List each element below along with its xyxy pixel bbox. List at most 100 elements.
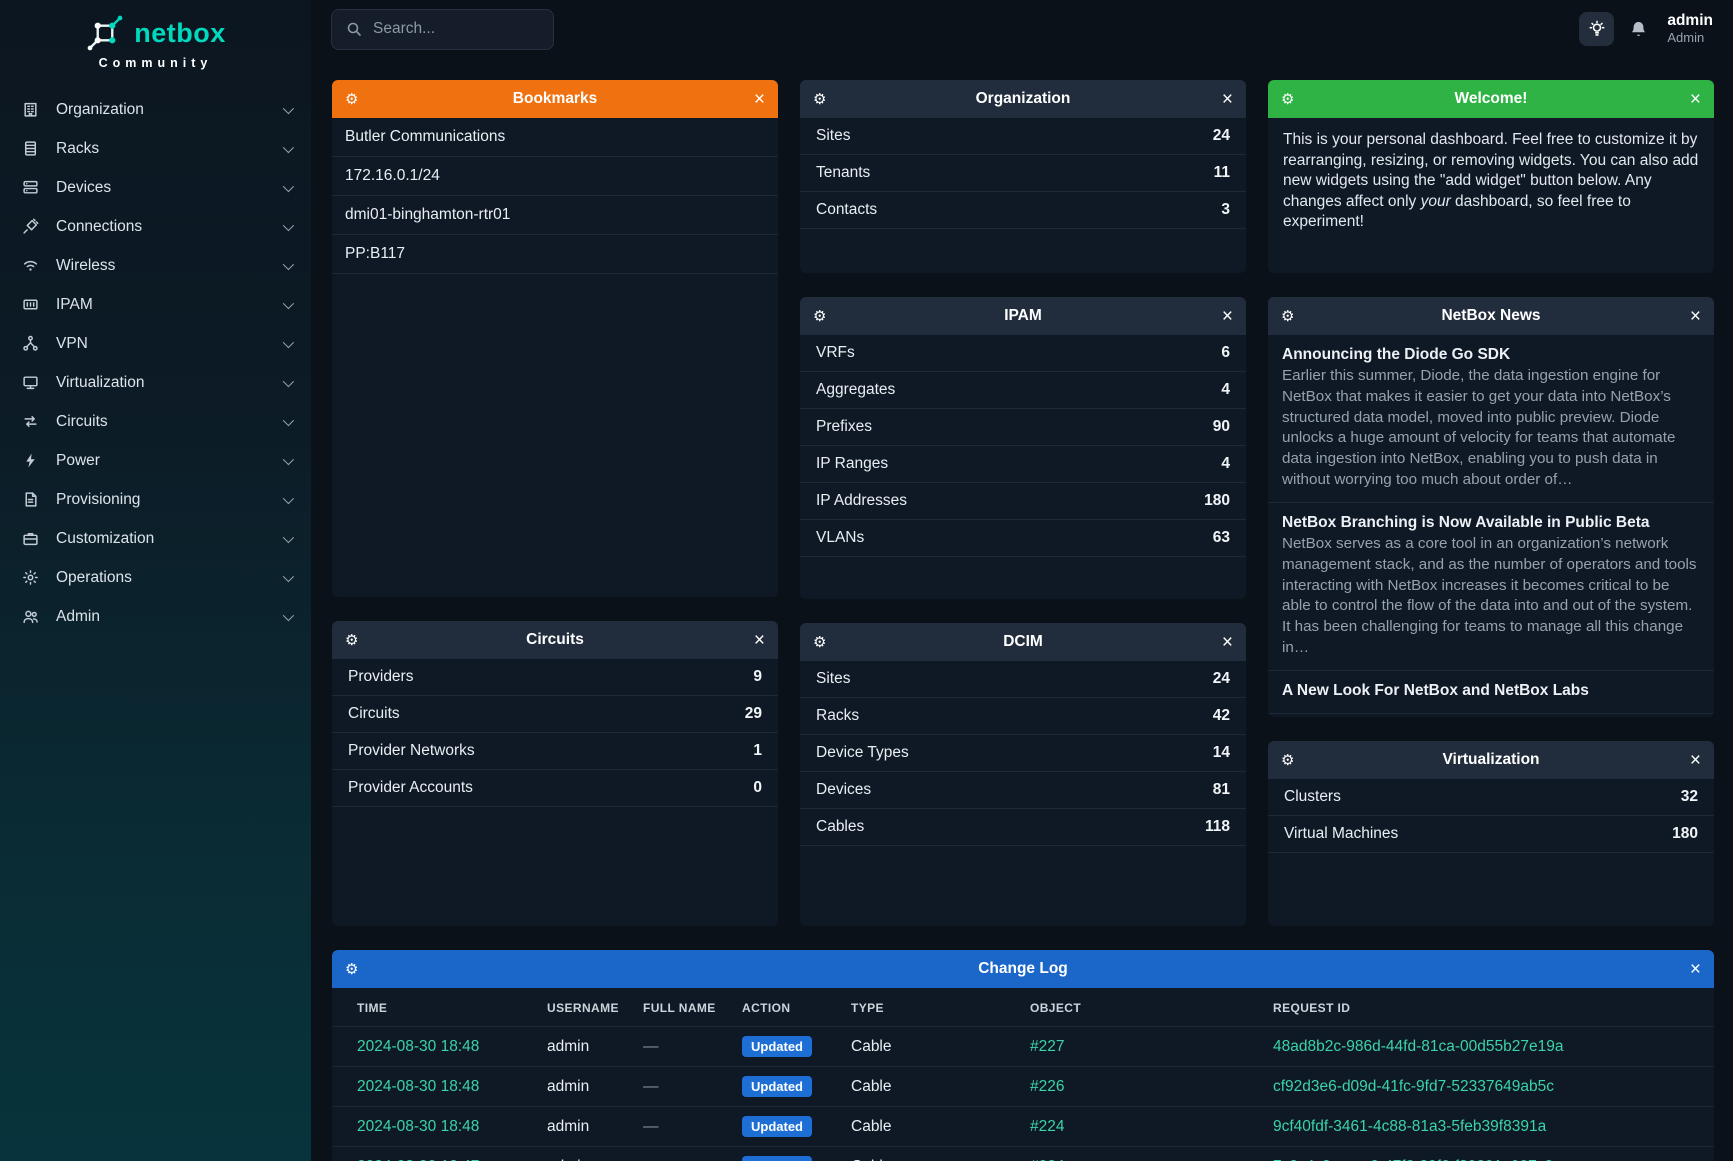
change-time-link[interactable]: 2024-08-30 18:48 — [357, 1118, 479, 1135]
gear-icon[interactable]: ⚙ — [345, 962, 358, 977]
stat-count: 180 — [1672, 825, 1698, 843]
news-headline-link[interactable]: Announcing the Diode Go SDK — [1282, 346, 1700, 364]
change-request-id-link[interactable]: cf92d3e6-d09d-41fc-9fd7-52337649ab5c — [1273, 1078, 1554, 1095]
sidebar-item-customization[interactable]: Customization — [0, 519, 311, 558]
column-header-time[interactable]: Time — [349, 988, 539, 1026]
column-header-action[interactable]: Action — [734, 988, 843, 1026]
stat-count: 24 — [1213, 670, 1230, 688]
sidebar-item-label: Connections — [56, 218, 142, 236]
stat-label-link-vlans[interactable]: VLANs — [816, 529, 864, 547]
bookmark-link-pp-b117[interactable]: PP:B117 — [332, 235, 778, 274]
stat-label-link-sites[interactable]: Sites — [816, 670, 850, 688]
gear-icon[interactable]: ⚙ — [813, 92, 826, 107]
stat-label-link-vrfs[interactable]: VRFs — [816, 344, 855, 362]
gear-icon[interactable]: ⚙ — [1281, 753, 1294, 768]
close-icon[interactable]: × — [754, 631, 765, 650]
news-headline-link[interactable]: A New Look For NetBox and NetBox Labs — [1282, 682, 1700, 700]
sidebar-item-virtualization[interactable]: Virtualization — [0, 363, 311, 402]
sidebar-item-connections[interactable]: Connections — [0, 207, 311, 246]
close-icon[interactable]: × — [1690, 751, 1701, 770]
stat-label-link-aggregates[interactable]: Aggregates — [816, 381, 895, 399]
sidebar-item-organization[interactable]: Organization — [0, 90, 311, 129]
change-request-id-link[interactable]: 7c3c4c3a-aaa0-47f2-89f6-f89291a907c2 — [1273, 1158, 1553, 1161]
sidebar-item-provisioning[interactable]: Provisioning — [0, 480, 311, 519]
sidebar-item-power[interactable]: Power — [0, 441, 311, 480]
stat-label-link-ip-addresses[interactable]: IP Addresses — [816, 492, 907, 510]
stat-label-link-ip-ranges[interactable]: IP Ranges — [816, 455, 888, 473]
stat-label-link-contacts[interactable]: Contacts — [816, 201, 877, 219]
widget-title: Bookmarks — [332, 90, 778, 108]
change-object-link[interactable]: #226 — [1030, 1078, 1064, 1095]
search-box[interactable] — [331, 9, 554, 50]
stat-row: Prefixes 90 — [800, 409, 1246, 446]
column-header-username[interactable]: Username — [539, 988, 635, 1026]
change-request-id-link[interactable]: 48ad8b2c-986d-44fd-81ca-00d55b27e19a — [1273, 1038, 1563, 1055]
column-header-object[interactable]: Object — [1022, 988, 1265, 1026]
gear-icon[interactable]: ⚙ — [813, 635, 826, 650]
stat-label-link-clusters[interactable]: Clusters — [1284, 788, 1341, 806]
change-username: admin — [539, 1069, 635, 1105]
stat-label-link-providers[interactable]: Providers — [348, 668, 413, 686]
stat-label-link-device-types[interactable]: Device Types — [816, 744, 909, 762]
widget-title: Change Log — [332, 960, 1714, 978]
theme-toggle-button[interactable] — [1579, 12, 1614, 46]
sidebar-item-operations[interactable]: Operations — [0, 558, 311, 597]
sidebar-item-vpn[interactable]: VPN — [0, 324, 311, 363]
change-log-row: 2024-08-30 18:48 admin — Updated Cable #… — [332, 1066, 1714, 1106]
change-time-link[interactable]: 2024-08-30 18:48 — [357, 1038, 479, 1055]
stat-label-link-tenants[interactable]: Tenants — [816, 164, 870, 182]
change-type: Cable — [843, 1149, 1022, 1161]
change-object-link[interactable]: #224 — [1030, 1158, 1064, 1161]
sidebar-item-circuits[interactable]: Circuits — [0, 402, 311, 441]
transfer-icon — [22, 413, 40, 430]
gear-icon[interactable]: ⚙ — [1281, 309, 1294, 324]
stat-label-link-devices[interactable]: Devices — [816, 781, 871, 799]
bookmark-link-butler-communications[interactable]: Butler Communications — [332, 118, 778, 157]
change-time-link[interactable]: 2024-08-30 18:47 — [357, 1158, 479, 1161]
sidebar-item-wireless[interactable]: Wireless — [0, 246, 311, 285]
sidebar-item-admin[interactable]: Admin — [0, 597, 311, 636]
close-icon[interactable]: × — [1222, 307, 1233, 326]
close-icon[interactable]: × — [1222, 633, 1233, 652]
stat-row: Tenants 11 — [800, 155, 1246, 192]
close-icon[interactable]: × — [1690, 307, 1701, 326]
gear-icon[interactable]: ⚙ — [345, 633, 358, 648]
sidebar-item-devices[interactable]: Devices — [0, 168, 311, 207]
stat-label-link-circuits[interactable]: Circuits — [348, 705, 400, 723]
user-menu[interactable]: admin Admin — [1663, 12, 1713, 46]
stat-label-link-sites[interactable]: Sites — [816, 127, 850, 145]
stat-count: 4 — [1221, 381, 1230, 399]
notifications-bell-icon[interactable] — [1629, 20, 1648, 39]
sidebar-item-ipam[interactable]: IPAM — [0, 285, 311, 324]
brand-subtitle: Community — [0, 56, 311, 70]
sidebar-item-label: Circuits — [56, 413, 108, 431]
stat-label-link-prefixes[interactable]: Prefixes — [816, 418, 872, 436]
stat-label-link-provider-accounts[interactable]: Provider Accounts — [348, 779, 473, 797]
stat-label-link-provider-networks[interactable]: Provider Networks — [348, 742, 475, 760]
close-icon[interactable]: × — [1222, 90, 1233, 109]
widget-bookmarks: ⚙ Bookmarks × Butler Communications 172.… — [332, 80, 778, 597]
sidebar-item-racks[interactable]: Racks — [0, 129, 311, 168]
stat-label-link-virtual-machines[interactable]: Virtual Machines — [1284, 825, 1398, 843]
search-input[interactable] — [373, 20, 539, 38]
bookmark-link-dmi01-binghamton-rtr01[interactable]: dmi01-binghamton-rtr01 — [332, 196, 778, 235]
stat-label-link-cables[interactable]: Cables — [816, 818, 864, 836]
gear-icon[interactable]: ⚙ — [1281, 92, 1294, 107]
change-time-link[interactable]: 2024-08-30 18:48 — [357, 1078, 479, 1095]
gear-icon[interactable]: ⚙ — [345, 92, 358, 107]
close-icon[interactable]: × — [1690, 960, 1701, 979]
close-icon[interactable]: × — [754, 90, 765, 109]
gear-icon[interactable]: ⚙ — [813, 309, 826, 324]
stat-count: 81 — [1213, 781, 1230, 799]
news-headline-link[interactable]: NetBox Branching is Now Available in Pub… — [1282, 514, 1700, 532]
bookmark-link-172-16-0-1-24[interactable]: 172.16.0.1/24 — [332, 157, 778, 196]
change-request-id-link[interactable]: 9cf40fdf-3461-4c88-81a3-5feb39f8391a — [1273, 1118, 1546, 1135]
change-object-link[interactable]: #227 — [1030, 1038, 1064, 1055]
stat-row: Providers 9 — [332, 659, 778, 696]
column-header-type[interactable]: Type — [843, 988, 1022, 1026]
close-icon[interactable]: × — [1690, 90, 1701, 109]
column-header-request-id[interactable]: Request ID — [1265, 988, 1704, 1026]
brand[interactable]: netbox Community — [0, 0, 311, 78]
stat-label-link-racks[interactable]: Racks — [816, 707, 859, 725]
change-object-link[interactable]: #224 — [1030, 1118, 1064, 1135]
